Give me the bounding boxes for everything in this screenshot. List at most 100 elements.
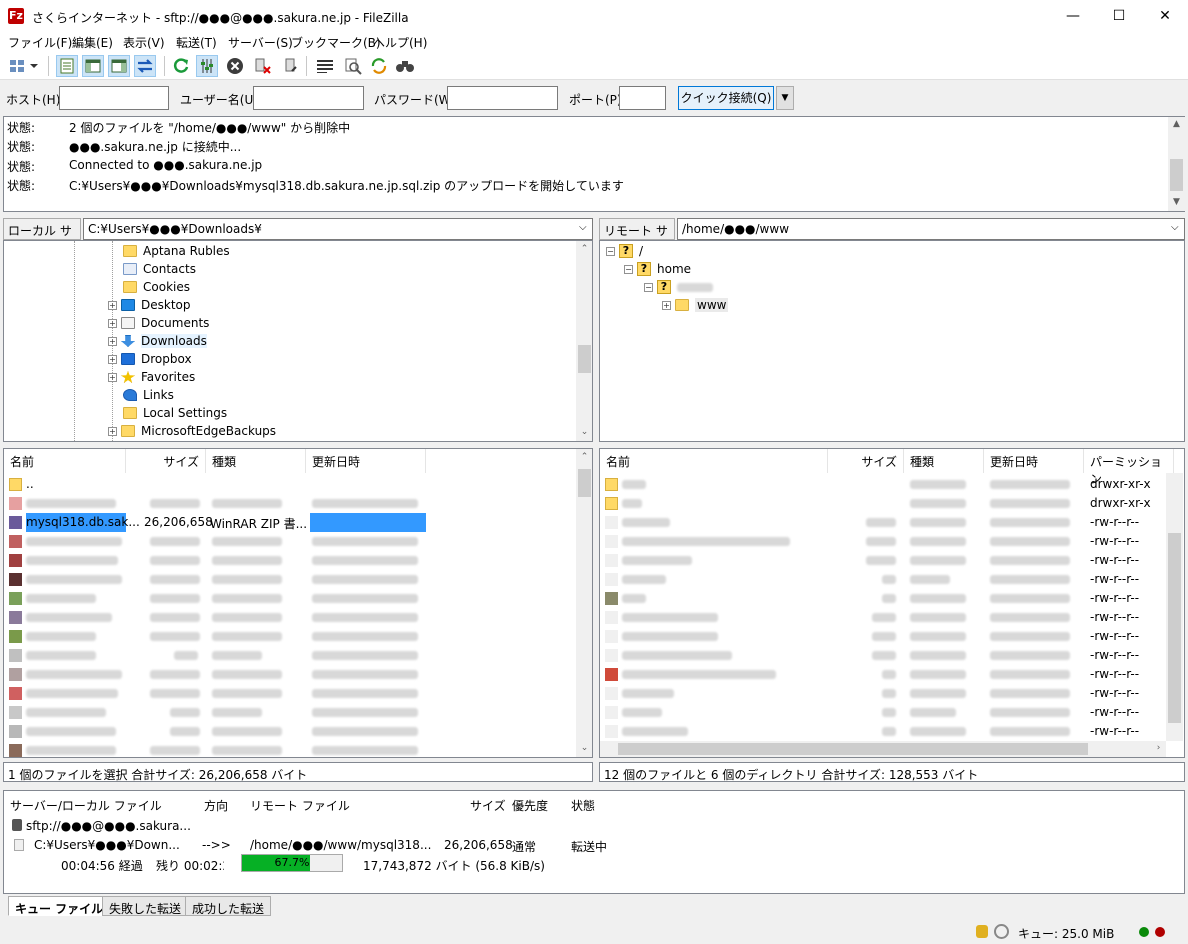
list-item[interactable] (4, 684, 592, 703)
process-queue-button[interactable] (196, 55, 218, 77)
scroll-thumb[interactable] (578, 469, 591, 497)
list-item[interactable]: -rw-r--r-- (600, 589, 1184, 608)
port-input[interactable] (619, 86, 666, 110)
tree-item-downloads[interactable]: + Downloads (108, 332, 207, 350)
tree-item-contacts[interactable]: Contacts (123, 260, 196, 278)
list-item[interactable]: -rw-r--r-- (600, 513, 1184, 532)
quickconnect-button[interactable]: クイック接続(Q) (678, 86, 774, 110)
disconnect-button[interactable] (252, 55, 274, 77)
site-manager-button[interactable] (6, 55, 40, 77)
host-input[interactable] (59, 86, 169, 110)
queue-header-server[interactable]: サーバー/ローカル ファイル (10, 797, 162, 814)
remote-list-hscrollbar[interactable]: › (600, 741, 1166, 757)
menu-help[interactable]: ヘルプ(H) (373, 34, 427, 51)
remote-path-input[interactable]: /home/●●●/www (677, 218, 1185, 240)
scroll-thumb[interactable] (1168, 533, 1181, 723)
column-header-date[interactable]: 更新日時 (984, 449, 1084, 473)
tab-successful[interactable]: 成功した転送 (185, 896, 272, 916)
tree-item-aptana[interactable]: Aptana Rubles (123, 242, 230, 260)
menu-edit[interactable]: 編集(E) (72, 34, 113, 51)
tree-item-favorites[interactable]: + Favorites (108, 368, 195, 386)
scroll-thumb[interactable] (618, 743, 1088, 755)
menu-server[interactable]: サーバー(S) (228, 34, 293, 51)
queue-header-remote[interactable]: リモート ファイル (250, 797, 350, 814)
column-header-permissions[interactable]: パーミッション (1084, 449, 1174, 486)
speed-limit-icon[interactable] (994, 924, 1009, 939)
minimize-button[interactable]: — (1050, 0, 1096, 32)
directory-listing-filter-button[interactable] (314, 55, 336, 77)
remote-tree-user[interactable]: −? (644, 278, 713, 296)
column-header-size[interactable]: サイズ (126, 449, 206, 473)
remote-tree-www[interactable]: + www (662, 296, 729, 314)
column-header-type[interactable]: 種類 (206, 449, 306, 473)
queue-remote-file[interactable]: /home/●●●/www/mysql318... (250, 838, 431, 852)
column-header-size[interactable]: サイズ (828, 449, 904, 473)
tree-item-dropbox[interactable]: + Dropbox (108, 350, 192, 368)
queue-local-file[interactable]: C:¥Users¥●●●¥Down... (34, 838, 180, 852)
list-item[interactable]: drwxr-xr-x (600, 475, 1184, 494)
list-item[interactable]: -rw-r--r-- (600, 646, 1184, 665)
column-header-name[interactable]: 名前 (4, 449, 126, 473)
queue-header-direction[interactable]: 方向 (204, 797, 228, 814)
queue-header-priority[interactable]: 優先度 (512, 797, 548, 814)
cancel-button[interactable] (224, 55, 246, 77)
list-item[interactable]: -rw-r--r-- (600, 703, 1184, 722)
chevron-down-icon[interactable]: ⌵ (579, 222, 587, 233)
list-item[interactable] (4, 627, 592, 646)
sync-browse-button[interactable] (368, 55, 390, 77)
column-header-type[interactable]: 種類 (904, 449, 984, 473)
tree-item-local-settings[interactable]: Local Settings (123, 404, 227, 422)
tree-item-links[interactable]: Links (123, 386, 174, 404)
local-path-input[interactable]: C:¥Users¥●●●¥Downloads¥ (83, 218, 593, 240)
queue-header-status[interactable]: 状態 (571, 797, 595, 814)
log-scrollbar[interactable]: ▲ ▼ (1168, 117, 1185, 211)
list-item[interactable] (4, 494, 592, 513)
list-item[interactable] (4, 551, 592, 570)
menu-view[interactable]: 表示(V) (123, 34, 165, 51)
queue-server[interactable]: sftp://●●●@●●●.sakura... (26, 819, 191, 833)
scroll-thumb[interactable] (1170, 159, 1183, 191)
remote-list-scrollbar[interactable] (1166, 473, 1183, 741)
tree-item-documents[interactable]: + Documents (108, 314, 209, 332)
remote-tree-root[interactable]: −? / (606, 242, 643, 260)
toggle-log-button[interactable] (56, 55, 78, 77)
list-item[interactable] (4, 665, 592, 684)
list-item[interactable] (4, 703, 592, 722)
list-item[interactable] (4, 570, 592, 589)
column-header-name[interactable]: 名前 (600, 449, 828, 473)
list-item[interactable] (4, 741, 592, 757)
compare-button[interactable] (342, 55, 364, 77)
maximize-button[interactable]: ☐ (1096, 0, 1142, 32)
local-list-scrollbar[interactable]: ⌃ ⌄ (576, 449, 592, 757)
list-item[interactable]: -rw-r--r-- (600, 665, 1184, 684)
toggle-local-tree-button[interactable] (82, 55, 104, 77)
list-item[interactable] (4, 608, 592, 627)
list-item[interactable]: drwxr-xr-x (600, 494, 1184, 513)
reconnect-button[interactable] (280, 55, 302, 77)
tree-item-desktop[interactable]: + Desktop (108, 296, 191, 314)
list-item[interactable] (4, 646, 592, 665)
list-item-selected[interactable]: mysql318.db.sak... 26,206,658 WinRAR ZIP 書… (4, 513, 592, 532)
remote-tree-home[interactable]: −? home (624, 260, 691, 278)
list-item[interactable]: -rw-r--r-- (600, 551, 1184, 570)
search-button[interactable] (394, 55, 416, 77)
list-item[interactable]: -rw-r--r-- (600, 627, 1184, 646)
column-header-date[interactable]: 更新日時 (306, 449, 426, 473)
scroll-thumb[interactable] (578, 345, 591, 373)
username-input[interactable] (253, 86, 364, 110)
quickconnect-dropdown-button[interactable]: ▼ (776, 86, 794, 110)
toggle-queue-button[interactable] (134, 55, 156, 77)
password-input[interactable] (447, 86, 558, 110)
list-item[interactable] (4, 722, 592, 741)
local-tree-scrollbar[interactable]: ⌃ ⌄ (576, 241, 592, 441)
close-button[interactable]: ✕ (1142, 0, 1188, 32)
menu-bookmarks[interactable]: ブックマーク(B) (291, 34, 381, 51)
tab-failed[interactable]: 失敗した転送 (102, 896, 189, 916)
list-item[interactable]: -rw-r--r-- (600, 532, 1184, 551)
refresh-button[interactable] (170, 55, 192, 77)
list-item-parent[interactable]: .. (4, 475, 592, 494)
menu-transfer[interactable]: 転送(T) (176, 34, 217, 51)
menu-file[interactable]: ファイル(F) (8, 34, 72, 51)
list-item[interactable] (4, 589, 592, 608)
chevron-down-icon[interactable]: ⌵ (1171, 222, 1179, 233)
